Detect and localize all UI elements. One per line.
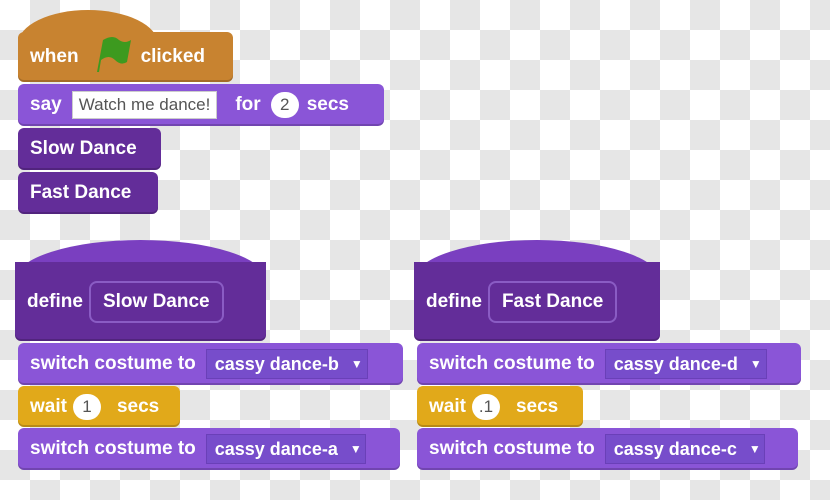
switch-costume-block[interactable]: switch costume to cassy dance-d ▼	[417, 343, 801, 385]
dropdown-value: cassy dance-c	[613, 438, 737, 459]
dropdown-arrow-icon: ▼	[350, 357, 363, 371]
dropdown-arrow-icon: ▼	[748, 442, 761, 456]
secs-label: secs	[116, 395, 160, 417]
dropdown-arrow-icon: ▼	[749, 357, 762, 371]
block-label: switch costume to	[429, 353, 595, 374]
say-label: say	[30, 94, 62, 115]
dropdown-arrow-icon: ▼	[349, 442, 362, 456]
fast-dance-call-block[interactable]: Fast Dance	[18, 172, 158, 214]
wait-block[interactable]: wait .1 secs	[417, 386, 583, 427]
switch-costume-block[interactable]: switch costume to cassy dance-b ▼	[18, 343, 403, 385]
costume-dropdown[interactable]: cassy dance-d ▼	[604, 349, 767, 379]
prototype-fast-dance: Fast Dance	[487, 280, 618, 323]
say-text-input[interactable]: Watch me dance!	[71, 91, 218, 119]
secs-label: secs	[306, 94, 349, 115]
define-label: define	[426, 290, 482, 312]
dropdown-value: cassy dance-d	[613, 353, 738, 374]
wait-input[interactable]: .1	[471, 393, 500, 420]
wait-label: wait	[429, 395, 466, 417]
define-label: define	[27, 290, 83, 312]
green-flag-icon	[89, 34, 131, 80]
wait-input[interactable]: 1	[72, 393, 101, 420]
clicked-label: clicked	[140, 46, 205, 67]
secs-input[interactable]: 2	[270, 92, 299, 118]
block-label: switch costume to	[429, 438, 595, 459]
switch-costume-block[interactable]: switch costume to cassy dance-a ▼	[18, 428, 400, 470]
define-fast-dance-block[interactable]: define Fast Dance	[414, 262, 660, 341]
wait-block[interactable]: wait 1 secs	[18, 386, 180, 427]
when-flag-clicked-block[interactable]: when clicked	[18, 32, 233, 82]
define-slow-dance-block[interactable]: define Slow Dance	[15, 262, 266, 341]
block-label: Slow Dance	[30, 138, 137, 159]
block-label: switch costume to	[30, 353, 196, 374]
dropdown-value: cassy dance-b	[214, 353, 339, 374]
when-label: when	[30, 46, 79, 67]
dropdown-value: cassy dance-a	[214, 438, 338, 459]
secs-label: secs	[515, 395, 559, 417]
for-label: for	[235, 94, 261, 115]
slow-dance-call-block[interactable]: Slow Dance	[18, 128, 161, 170]
costume-dropdown[interactable]: cassy dance-a ▼	[205, 434, 366, 464]
switch-costume-block[interactable]: switch costume to cassy dance-c ▼	[417, 428, 798, 470]
costume-dropdown[interactable]: cassy dance-b ▼	[205, 349, 368, 379]
wait-label: wait	[30, 395, 67, 417]
block-label: switch costume to	[30, 438, 196, 459]
say-for-secs-block[interactable]: say Watch me dance! for 2 secs	[18, 84, 384, 126]
costume-dropdown[interactable]: cassy dance-c ▼	[604, 434, 765, 464]
prototype-slow-dance: Slow Dance	[88, 280, 224, 323]
block-label: Fast Dance	[30, 182, 132, 203]
